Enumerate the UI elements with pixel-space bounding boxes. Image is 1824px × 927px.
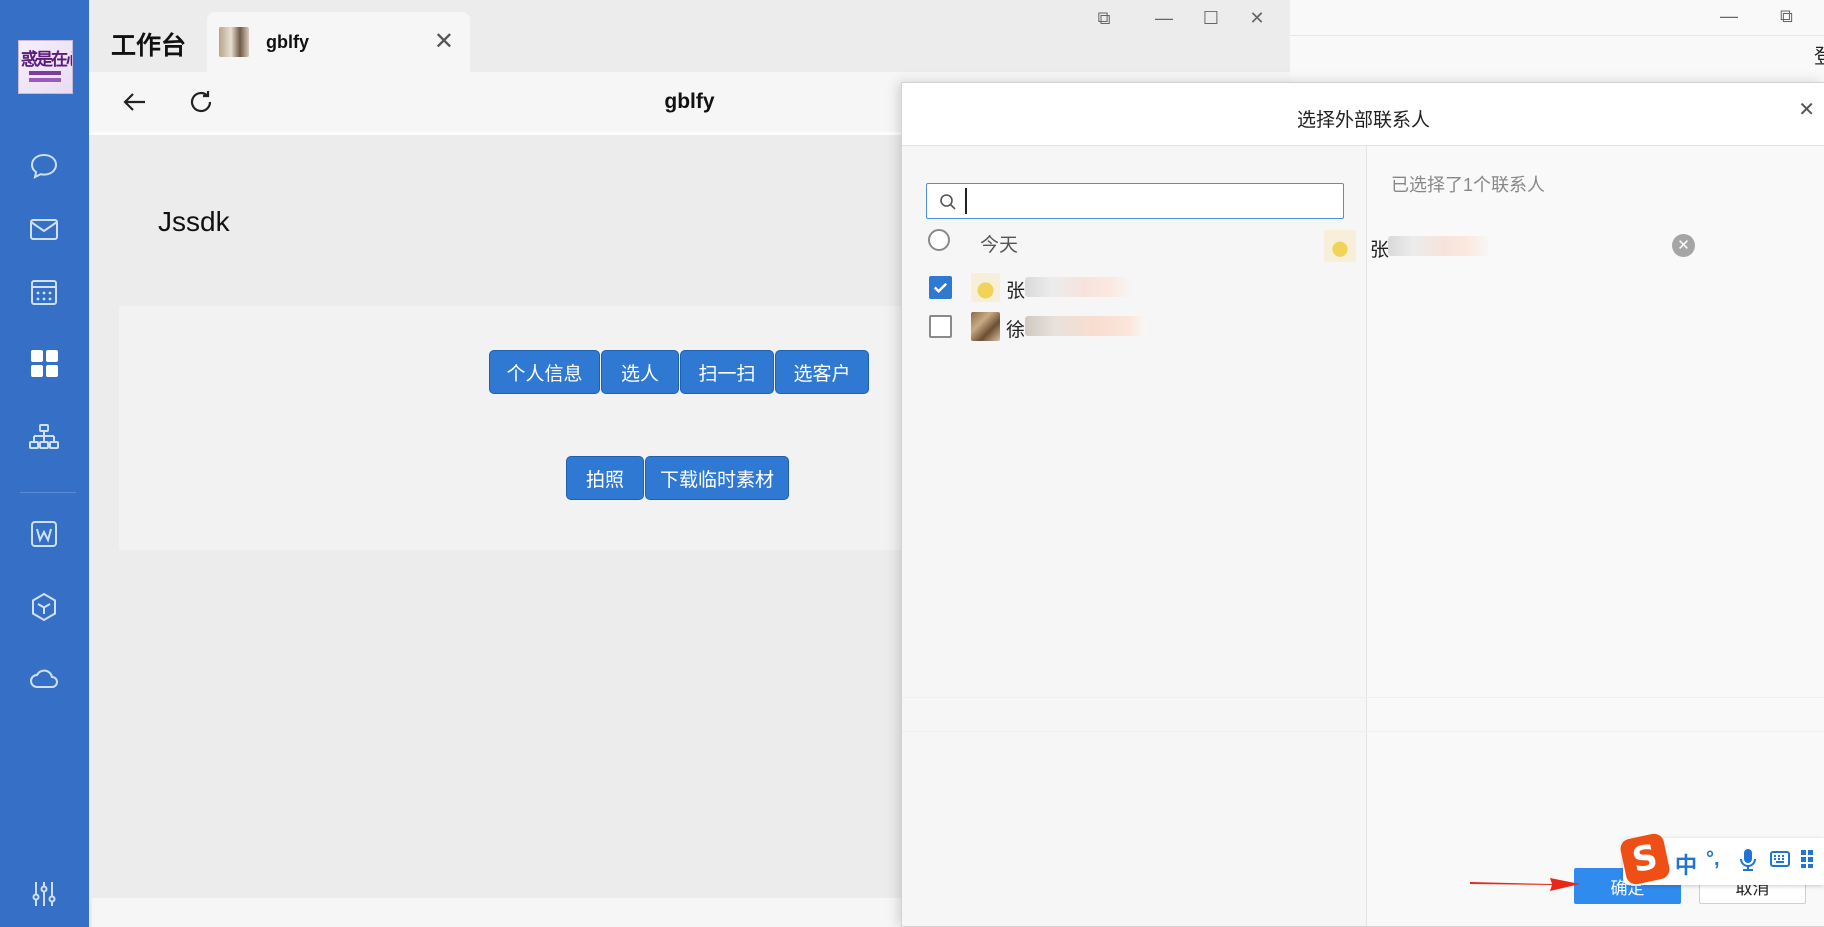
contact-avatar bbox=[971, 312, 1000, 341]
contact-name: 张 bbox=[1006, 281, 1026, 302]
tab-close-icon[interactable]: ✕ bbox=[434, 30, 454, 54]
chat-bubble-icon[interactable] bbox=[26, 148, 62, 184]
close-window-icon[interactable]: ✕ bbox=[1242, 8, 1272, 29]
microphone-icon[interactable] bbox=[1738, 848, 1758, 878]
minimize-icon[interactable]: — bbox=[1149, 8, 1179, 29]
background-window-titlebar: — ⧉ bbox=[1290, 0, 1824, 36]
logo-text: 惑是在心 bbox=[21, 50, 72, 70]
popout-icon[interactable]: ⧉ bbox=[1089, 8, 1119, 29]
contact-avatar bbox=[971, 273, 1000, 302]
contact-name: 徐 bbox=[1006, 320, 1026, 341]
remove-contact-icon[interactable]: ✕ bbox=[1672, 234, 1695, 257]
search-input[interactable] bbox=[965, 188, 1335, 214]
tab-avatar bbox=[219, 27, 249, 57]
calendar-icon[interactable] bbox=[26, 274, 62, 310]
blurred-name bbox=[1025, 316, 1147, 336]
app-title: 工作台 bbox=[111, 32, 187, 60]
group-today-label: 今天 bbox=[980, 235, 1019, 256]
download-media-button[interactable]: 下载临时素材 bbox=[645, 456, 789, 500]
settings-sliders-icon[interactable] bbox=[26, 876, 62, 912]
ime-mode-toggle[interactable]: 中 bbox=[1675, 848, 1697, 880]
logo-line-1 bbox=[29, 71, 61, 75]
blurred-name bbox=[1388, 236, 1488, 256]
contact-checkbox-checked[interactable] bbox=[929, 276, 952, 299]
selected-contact-avatar bbox=[1324, 230, 1356, 262]
logo-line-2 bbox=[29, 78, 61, 82]
contact-search-field[interactable] bbox=[926, 183, 1344, 219]
ime-logo-icon[interactable]: S bbox=[1618, 831, 1672, 887]
personal-info-button[interactable]: 个人信息 bbox=[489, 350, 600, 394]
content-heading: Jssdk bbox=[158, 206, 230, 237]
search-icon bbox=[940, 194, 956, 210]
selected-count-text: 已选择了1个联系人 bbox=[1391, 175, 1546, 195]
cloud-icon[interactable] bbox=[26, 661, 62, 697]
blurred-name bbox=[1025, 277, 1132, 297]
app-sidebar: 惑是在心 bbox=[0, 0, 89, 927]
contact-list-pane bbox=[902, 146, 1367, 926]
bg-restore-icon[interactable]: ⧉ bbox=[1780, 6, 1793, 27]
dialog-title: 选择外部联系人 bbox=[1296, 110, 1430, 131]
keyboard-icon[interactable] bbox=[1769, 848, 1791, 876]
sidebar-divider bbox=[20, 492, 76, 493]
grid-icon[interactable] bbox=[1799, 848, 1821, 876]
selected-pane: 已选择了1个联系人 bbox=[1367, 146, 1824, 926]
mail-icon[interactable] bbox=[26, 211, 62, 247]
document-w-icon[interactable] bbox=[26, 516, 62, 552]
select-external-contact-dialog: 选择外部联系人 ✕ 已选择了1个联系人 今天 张 徐 张 ✕ 确定 取消 bbox=[901, 82, 1824, 927]
ime-punct-toggle[interactable]: °, bbox=[1706, 848, 1720, 871]
workbench-grid-icon[interactable] bbox=[26, 345, 62, 381]
background-partial-text: 登 bbox=[1814, 40, 1824, 69]
group-today-radio[interactable] bbox=[928, 229, 950, 251]
ime-toolbar: S 中 °, bbox=[1618, 831, 1824, 887]
annotation-arrow-icon bbox=[1470, 878, 1580, 891]
take-photo-button[interactable]: 拍照 bbox=[566, 456, 644, 500]
dialog-close-icon[interactable]: ✕ bbox=[1798, 97, 1815, 122]
select-person-button[interactable]: 选人 bbox=[601, 350, 679, 394]
select-customer-button[interactable]: 选客户 bbox=[775, 350, 869, 394]
user-avatar-logo[interactable]: 惑是在心 bbox=[18, 40, 73, 94]
checkmark-icon bbox=[933, 282, 948, 294]
dialog-header: 选择外部联系人 ✕ bbox=[902, 83, 1824, 146]
scan-button[interactable]: 扫一扫 bbox=[680, 350, 774, 394]
maximize-icon[interactable]: ☐ bbox=[1196, 8, 1226, 29]
bg-minimize-icon[interactable]: — bbox=[1720, 6, 1738, 27]
org-chart-icon[interactable] bbox=[26, 420, 62, 456]
cube-icon[interactable] bbox=[26, 589, 62, 625]
divider-line bbox=[902, 731, 1824, 732]
tab-label: gblfy bbox=[266, 32, 309, 52]
divider-line bbox=[902, 697, 1824, 698]
selected-contact-name: 张 bbox=[1370, 240, 1390, 261]
window-tabbar: 工作台 gblfy ✕ ⧉ — ☐ ✕ bbox=[89, 0, 1290, 73]
contact-checkbox[interactable] bbox=[929, 315, 952, 338]
tab-gblfy[interactable]: gblfy ✕ bbox=[207, 12, 470, 73]
